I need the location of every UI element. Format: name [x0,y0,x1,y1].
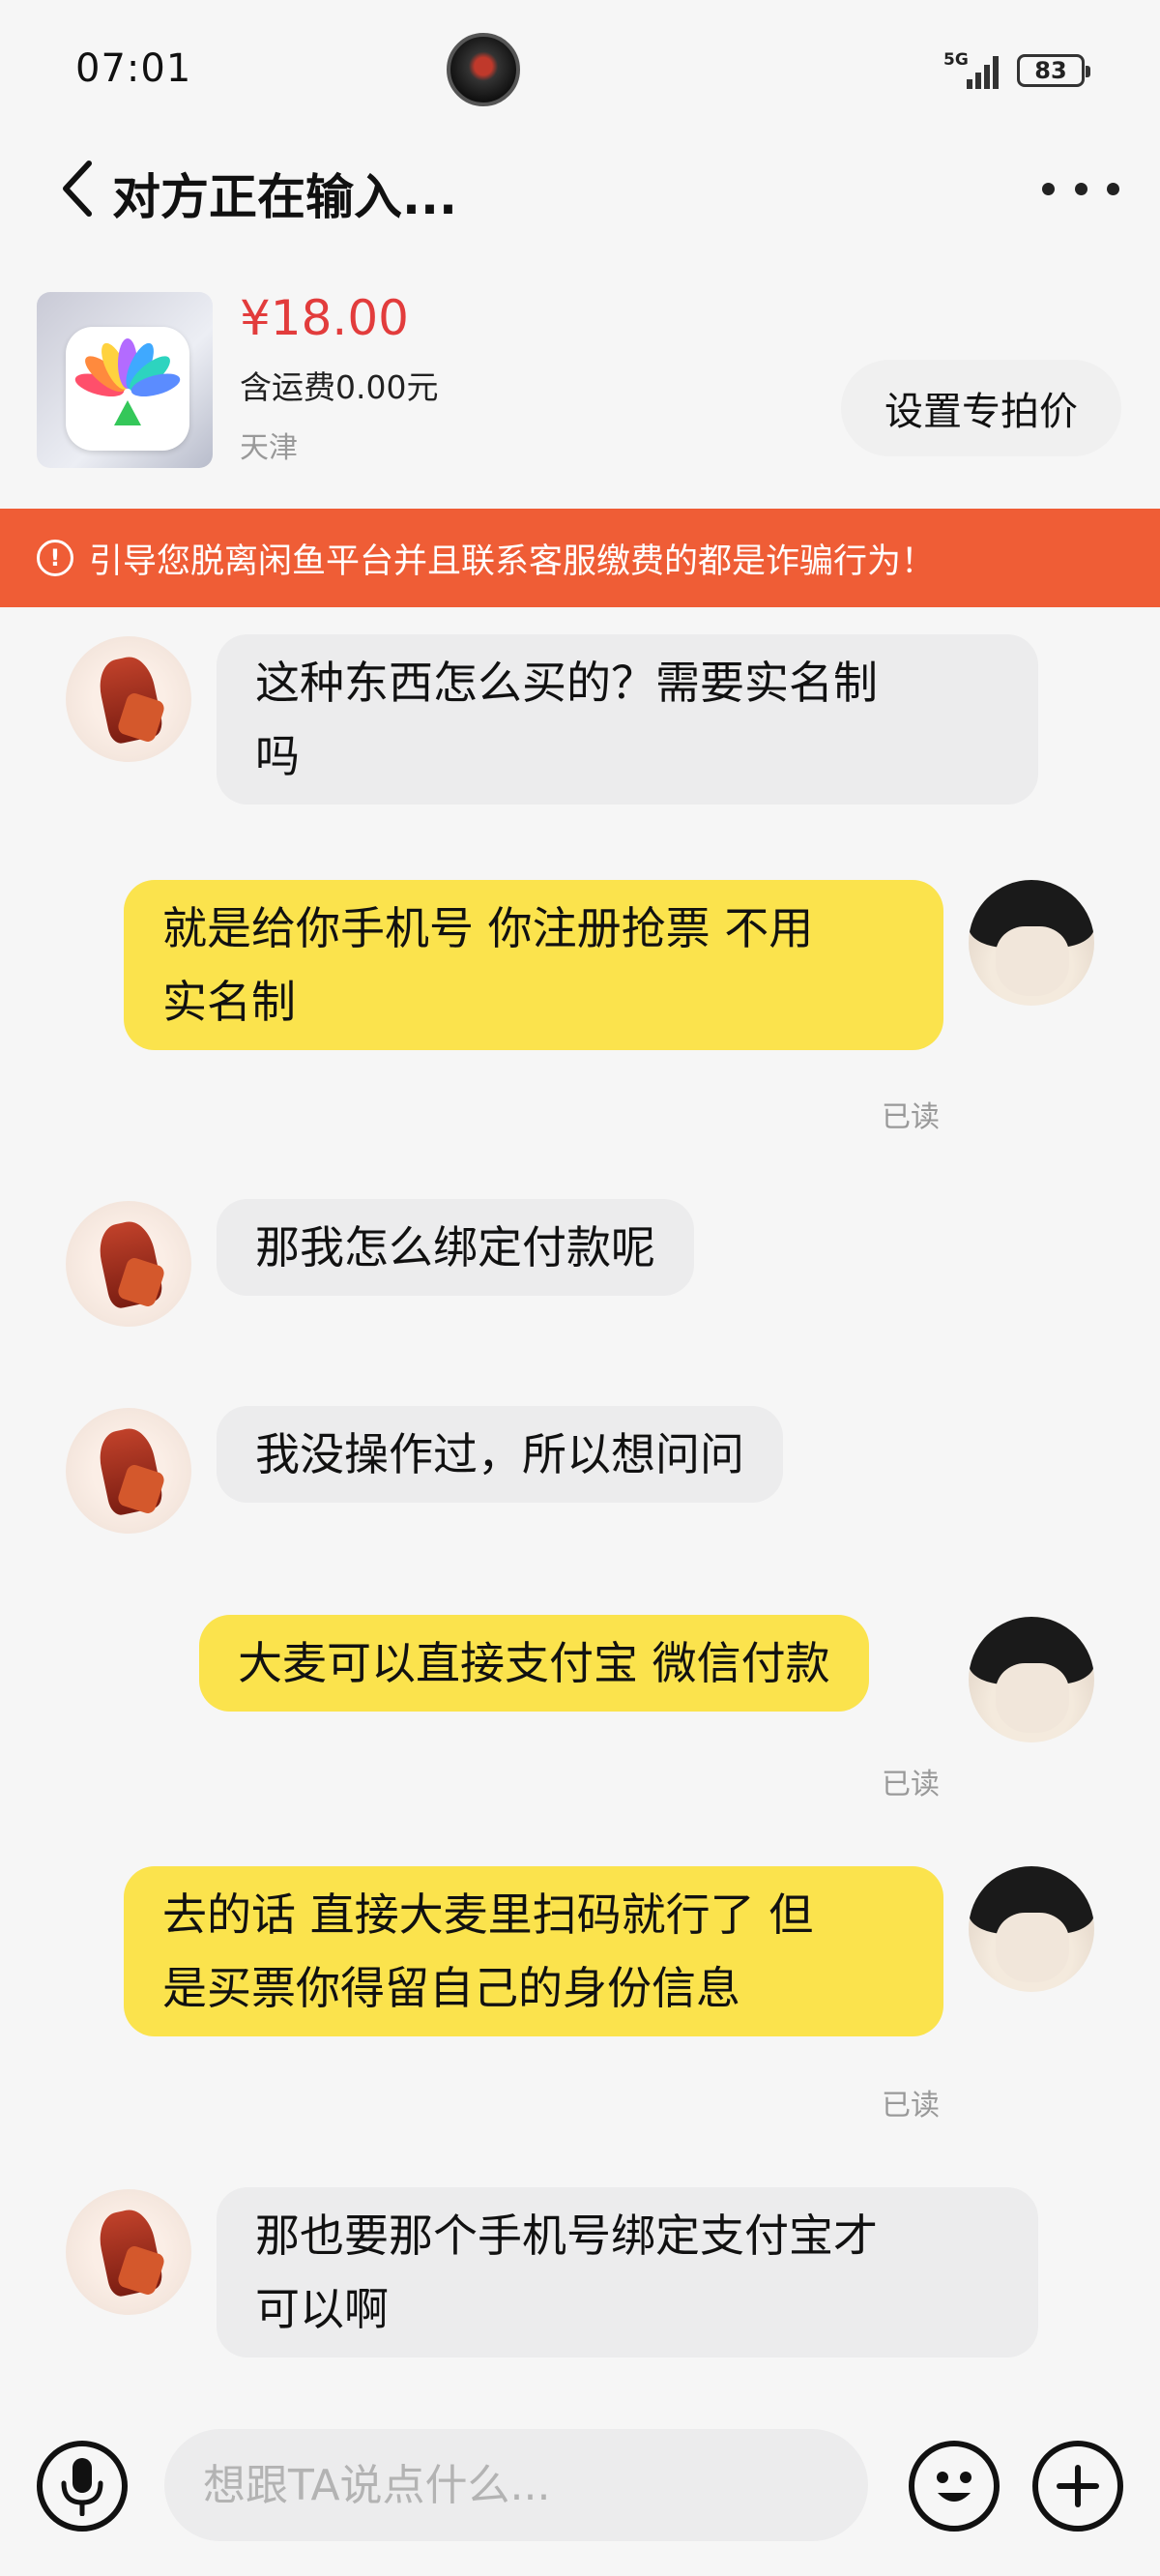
outgoing-message[interactable]: 去的话 直接大麦里扫码就行了 但 是买票你得留自己的身份信息 [124,1866,943,2036]
product-shipping: 含运费0.00元 [240,368,439,406]
game-app-icon [447,33,520,106]
incoming-message[interactable]: 那也要那个手机号绑定支付宝才 可以啊 [217,2187,1038,2357]
page-title: 对方正在输入... [112,169,457,225]
chevron-left-icon [63,161,92,217]
product-location: 天津 [240,431,298,465]
more-dot-icon [1042,182,1055,195]
chat-header: 对方正在输入... [0,135,1160,242]
product-card[interactable]: ¥18.00 含运费0.00元 天津 设置专拍价 [0,280,1160,512]
read-status: 已读 [882,2089,940,2122]
battery-level: 83 [1034,57,1067,84]
message-line: 那我怎么绑定付款呢 [255,1221,655,1273]
incoming-message[interactable]: 我没操作过，所以想问问 [217,1406,783,1503]
message-line: 是买票你得留自己的身份信息 [162,1962,740,2014]
my-avatar[interactable] [969,880,1094,1006]
microphone-icon [61,2458,103,2516]
battery-icon: 83 [1017,54,1090,87]
contact-avatar[interactable] [66,1201,191,1327]
signal-bars-icon [967,56,999,89]
more-actions-button[interactable] [1032,2441,1123,2532]
set-special-price-button[interactable]: 设置专拍价 [841,360,1121,456]
contact-avatar[interactable] [66,1408,191,1534]
emoji-button[interactable] [909,2441,1000,2532]
chat-screen: 07:01 5G 83 对方正在输入... ¥18.00 含运费0.00元 天津… [0,0,1160,2576]
warning-text: 引导您脱离闲鱼平台并且联系客服缴费的都是诈骗行为！ [89,542,936,581]
more-dot-icon [1074,182,1088,195]
smiley-icon [937,2472,972,2502]
outgoing-message[interactable]: 大麦可以直接支付宝 微信付款 [199,1615,869,1712]
more-options-button[interactable] [1042,164,1119,213]
message-line: 这种东西怎么买的？需要实名制 [255,657,878,709]
message-line: 实名制 [162,976,296,1028]
more-dot-icon [1107,182,1119,195]
back-button[interactable] [48,155,106,222]
my-avatar[interactable] [969,1617,1094,1742]
message-line: 吗 [255,730,300,782]
input-bar [0,2406,1160,2576]
incoming-message[interactable]: 这种东西怎么买的？需要实名制 吗 [217,634,1038,805]
read-status: 已读 [882,1768,940,1801]
message-line: 就是给你手机号 你注册抢票 不用 [162,902,814,954]
contact-avatar[interactable] [66,636,191,762]
message-line: 那也要那个手机号绑定支付宝才 [255,2210,878,2262]
status-bar: 07:01 5G 83 [0,0,1160,135]
incoming-message[interactable]: 那我怎么绑定付款呢 [217,1199,694,1296]
contact-avatar[interactable] [66,2189,191,2315]
signal-icon: 5G [943,50,1003,89]
outgoing-message[interactable]: 就是给你手机号 你注册抢票 不用 实名制 [124,880,943,1050]
fraud-warning-banner: ! 引导您脱离闲鱼平台并且联系客服缴费的都是诈骗行为！ [0,509,1160,607]
product-thumbnail[interactable] [37,292,213,468]
my-avatar[interactable] [969,1866,1094,1992]
message-line: 去的话 直接大麦里扫码就行了 但 [162,1888,814,1941]
read-status: 已读 [882,1100,940,1134]
status-time: 07:01 [75,46,192,91]
plus-icon [1057,2465,1099,2507]
message-line: 可以啊 [255,2283,389,2335]
product-price: ¥18.00 [240,290,409,346]
warning-icon: ! [37,540,73,576]
message-input[interactable] [164,2429,868,2541]
message-line: 大麦可以直接支付宝 微信付款 [238,1637,830,1689]
message-line: 我没操作过，所以想问问 [255,1428,744,1480]
voice-input-button[interactable] [37,2441,128,2532]
app-logo-icon [66,327,189,451]
message-list[interactable]: 这种东西怎么买的？需要实名制 吗 就是给你手机号 你注册抢票 不用 实名制 已读… [0,607,1160,2406]
